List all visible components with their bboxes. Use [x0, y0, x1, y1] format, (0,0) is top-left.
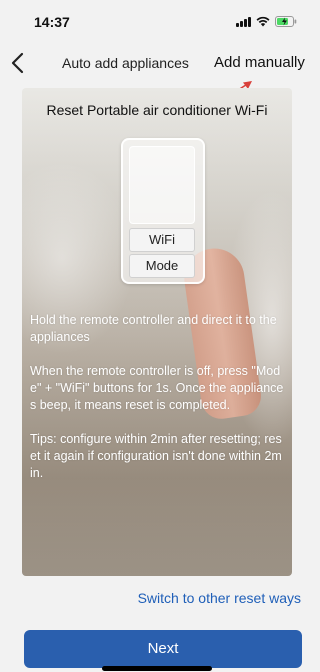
battery-charging-icon — [275, 16, 297, 27]
chevron-left-icon[interactable] — [8, 51, 28, 75]
remote-mode-button: Mode — [129, 254, 195, 278]
remote-controller-illustration: WiFi Mode — [121, 138, 205, 284]
instruction-step-2: When the remote controller is off, press… — [30, 364, 284, 412]
home-indicator — [102, 666, 212, 671]
instruction-tips: Tips: configure within 2min after resett… — [30, 432, 282, 480]
app-screen: 14:37 Auto add appliances Add manually R… — [0, 0, 315, 672]
remote-screen — [129, 146, 195, 224]
status-time: 14:37 — [34, 14, 70, 30]
nav-title[interactable]: Auto add appliances — [62, 55, 189, 71]
remote-wifi-button: WiFi — [129, 228, 195, 252]
instruction-step-1: Hold the remote controller and direct it… — [30, 313, 277, 344]
guide-title: Reset Portable air conditioner Wi-Fi — [46, 102, 268, 118]
nav-bar: Auto add appliances Add manually — [0, 46, 315, 82]
wifi-icon — [256, 16, 270, 27]
status-icons — [236, 16, 297, 27]
next-button[interactable]: Next — [24, 630, 302, 668]
status-bar: 14:37 — [0, 0, 315, 40]
reset-guide-card: Reset Portable air conditioner Wi-Fi WiF… — [22, 88, 292, 576]
instructions: Hold the remote controller and direct it… — [30, 312, 284, 499]
signal-icon — [236, 16, 251, 27]
switch-reset-ways-link[interactable]: Switch to other reset ways — [138, 590, 301, 606]
add-manually-tab[interactable]: Add manually — [214, 54, 305, 71]
